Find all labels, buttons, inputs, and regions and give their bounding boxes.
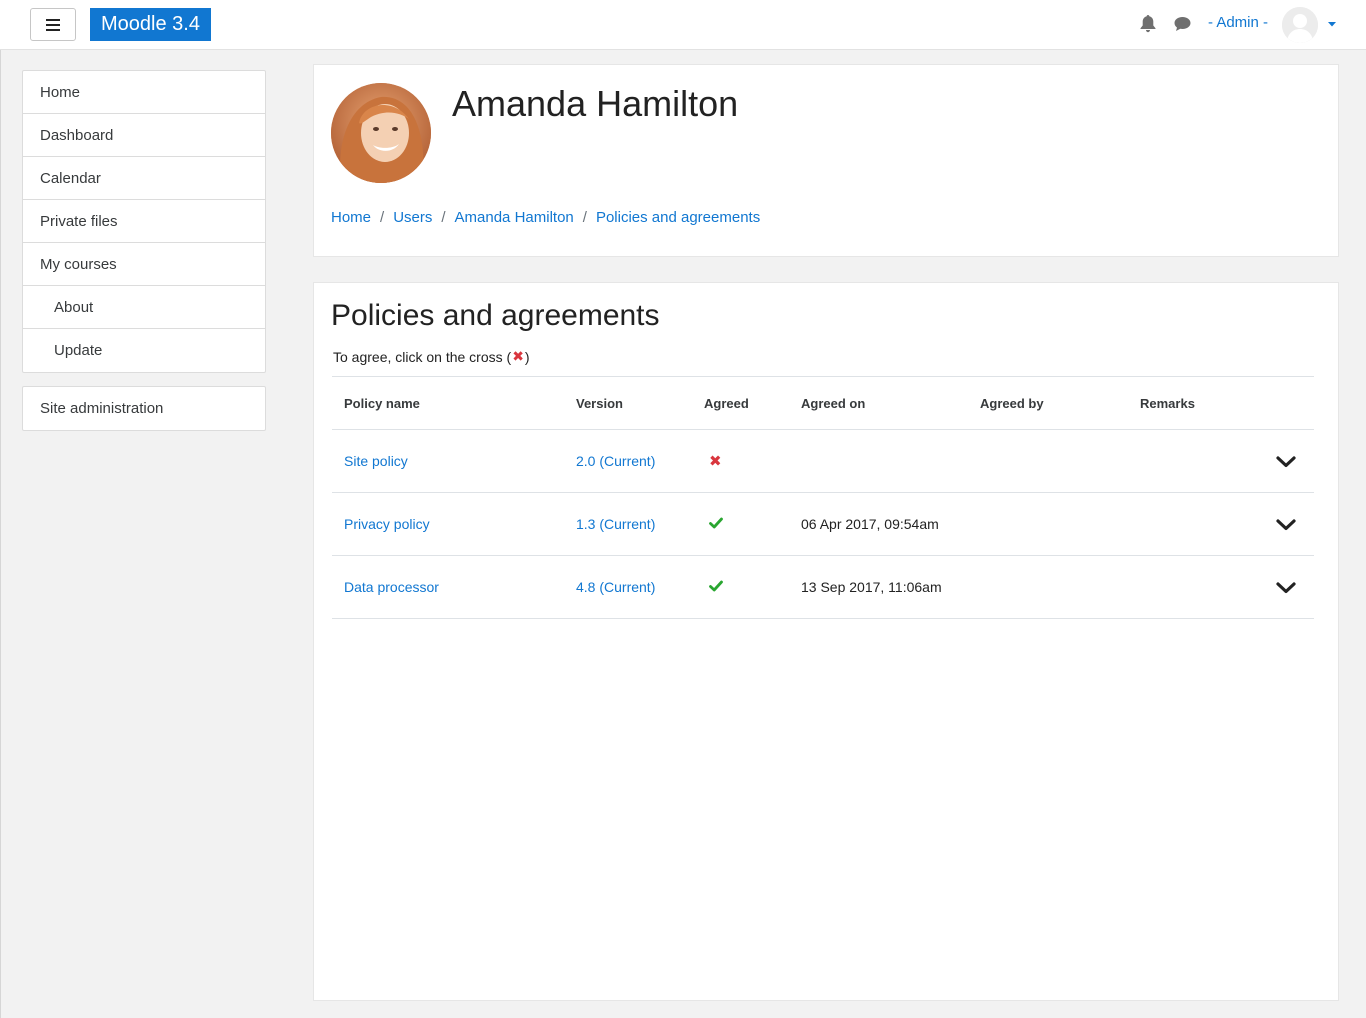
column-header-agreed-by[interactable]: Agreed by	[968, 376, 1128, 430]
chevron-down-icon[interactable]	[1276, 455, 1296, 468]
policy-name-cell: Site policy	[332, 429, 564, 493]
policies-content-card: Policies and agreements To agree, click …	[313, 282, 1339, 1001]
nav-item-private-files[interactable]: Private files	[23, 200, 265, 243]
site-brand[interactable]: Moodle 3.4	[90, 8, 211, 41]
nav-item-my-courses[interactable]: My courses	[23, 243, 265, 286]
policy-name-cell: Privacy policy	[332, 492, 564, 556]
policy-link-privacy-policy[interactable]: Privacy policy	[344, 516, 430, 532]
hamburger-icon	[46, 18, 60, 31]
page-header-card: Amanda Hamilton Home / Users / Amanda Ha…	[313, 64, 1339, 257]
instructions-text: To agree, click on the cross (	[333, 348, 512, 365]
nav-drawer: Home Dashboard Calendar Private files My…	[0, 50, 286, 1018]
breadcrumb-users[interactable]: Users	[393, 209, 432, 226]
chevron-down-icon[interactable]	[1276, 581, 1296, 594]
breadcrumb: Home / Users / Amanda Hamilton / Policie…	[331, 209, 760, 226]
nav-item-home[interactable]: Home	[23, 71, 265, 114]
instructions-text-end: )	[524, 348, 530, 365]
table-row: Site policy 2.0 (Current) ✖	[332, 429, 1314, 493]
remarks-cell	[1128, 492, 1248, 556]
policy-link-site-policy[interactable]: Site policy	[344, 453, 408, 469]
agree-instructions: To agree, click on the cross ( ✖ )	[333, 348, 530, 365]
user-menu-name[interactable]: - Admin -	[1208, 14, 1268, 31]
breadcrumb-separator: /	[441, 209, 446, 226]
column-header-expand	[1248, 376, 1314, 430]
breadcrumb-home[interactable]: Home	[331, 209, 371, 226]
default-avatar-icon	[1282, 7, 1318, 43]
breadcrumb-separator: /	[380, 209, 385, 226]
agreed-cell: ✖	[692, 429, 789, 493]
column-header-remarks[interactable]: Remarks	[1128, 376, 1248, 430]
cross-icon[interactable]: ✖	[704, 453, 722, 470]
version-cell: 2.0 (Current)	[564, 429, 692, 493]
version-cell: 1.3 (Current)	[564, 492, 692, 556]
profile-photo-image	[331, 83, 431, 183]
breadcrumb-separator: /	[582, 209, 587, 226]
page-title: Amanda Hamilton	[452, 83, 739, 124]
table-row: Data processor 4.8 (Current) 13 Sep 2017…	[332, 555, 1314, 619]
agreed-on-cell	[789, 429, 968, 493]
caret-down-icon[interactable]	[1327, 20, 1337, 28]
main-nav-list: Home Dashboard Calendar Private files My…	[22, 70, 266, 373]
agreed-by-cell	[968, 429, 1128, 493]
remarks-cell	[1128, 429, 1248, 493]
version-link[interactable]: 2.0 (Current)	[576, 453, 655, 469]
drawer-toggle-button[interactable]	[30, 8, 76, 41]
user-avatar[interactable]	[1282, 7, 1318, 43]
table-header-row: Policy name Version Agreed Agreed on Agr…	[332, 376, 1314, 430]
column-header-agreed-on[interactable]: Agreed on	[789, 376, 968, 430]
section-title: Policies and agreements	[331, 299, 660, 332]
check-icon	[709, 517, 723, 529]
profile-picture[interactable]	[331, 83, 431, 183]
policy-name-cell: Data processor	[332, 555, 564, 619]
nav-item-calendar[interactable]: Calendar	[23, 157, 265, 200]
version-link[interactable]: 4.8 (Current)	[576, 579, 655, 595]
agreed-on-cell: 06 Apr 2017, 09:54am	[789, 492, 968, 556]
version-cell: 4.8 (Current)	[564, 555, 692, 619]
check-icon	[709, 580, 723, 592]
bell-icon[interactable]	[1140, 15, 1156, 33]
cross-icon: ✖	[512, 348, 524, 364]
column-header-policy-name[interactable]: Policy name	[332, 376, 564, 430]
policy-link-data-processor[interactable]: Data processor	[344, 579, 439, 595]
nav-item-update[interactable]: Update	[23, 329, 265, 372]
nav-item-site-administration[interactable]: Site administration	[23, 387, 265, 430]
expand-cell	[1248, 555, 1314, 619]
chat-icon[interactable]	[1174, 16, 1191, 32]
agreed-on-cell: 13 Sep 2017, 11:06am	[789, 555, 968, 619]
breadcrumb-policies[interactable]: Policies and agreements	[596, 209, 760, 226]
column-header-version[interactable]: Version	[564, 376, 692, 430]
policies-table: Policy name Version Agreed Agreed on Agr…	[332, 376, 1314, 619]
chevron-down-icon[interactable]	[1276, 518, 1296, 531]
breadcrumb-user[interactable]: Amanda Hamilton	[455, 209, 574, 226]
column-header-agreed[interactable]: Agreed	[692, 376, 789, 430]
expand-cell	[1248, 492, 1314, 556]
agreed-cell	[692, 555, 789, 619]
nav-item-about[interactable]: About	[23, 286, 265, 329]
agreed-by-cell	[968, 492, 1128, 556]
version-link[interactable]: 1.3 (Current)	[576, 516, 655, 532]
agreed-cell	[692, 492, 789, 556]
agreed-by-cell	[968, 555, 1128, 619]
top-navbar: Moodle 3.4 - Admin -	[0, 0, 1366, 50]
admin-nav-list: Site administration	[22, 386, 266, 431]
table-row: Privacy policy 1.3 (Current) 06 Apr 2017…	[332, 492, 1314, 556]
nav-item-dashboard[interactable]: Dashboard	[23, 114, 265, 157]
expand-cell	[1248, 429, 1314, 493]
remarks-cell	[1128, 555, 1248, 619]
